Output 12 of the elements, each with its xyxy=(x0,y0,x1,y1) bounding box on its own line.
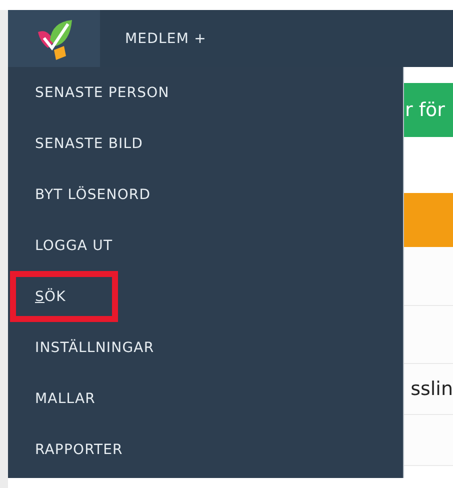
menu-item[interactable]: SÖK xyxy=(10,271,118,322)
logo-cell[interactable] xyxy=(8,10,100,67)
member-menu[interactable]: MEDLEM + xyxy=(100,10,206,67)
menu-item[interactable]: BYT LÖSENORD xyxy=(8,169,403,220)
menu-item[interactable]: SENASTE BILD xyxy=(8,118,403,169)
menu-item[interactable]: RAPPORTER xyxy=(8,424,403,475)
menu-item[interactable]: LOGGA UT xyxy=(8,220,403,271)
menu-item[interactable]: INSTÄLLNINGAR xyxy=(8,322,403,373)
menu-item[interactable]: MALLAR xyxy=(8,373,403,424)
row-text: sslin xyxy=(410,378,453,400)
menu-item[interactable]: SENASTE PERSON xyxy=(8,67,403,118)
banner-text: r för xyxy=(405,99,445,121)
